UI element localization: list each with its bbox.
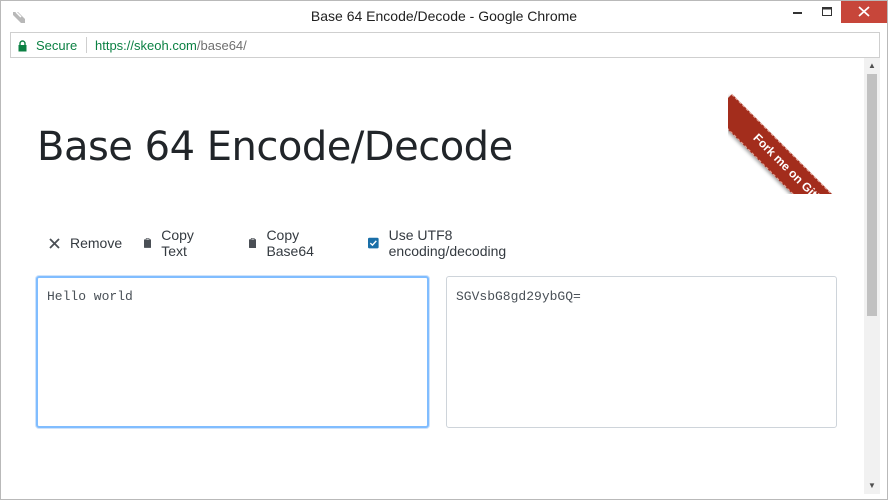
copy-text-button[interactable]: Copy Text <box>144 227 199 259</box>
url-text[interactable]: https://skeoh.com/base64/ <box>95 38 247 53</box>
address-bar[interactable]: Secure https://skeoh.com/base64/ <box>10 32 880 58</box>
base64-output[interactable]: SGVsbG8gd29ybGQ= <box>447 277 836 427</box>
utf8-label: Use UTF8 encoding/decoding <box>388 227 507 259</box>
window-controls <box>783 1 887 23</box>
copy-base64-button[interactable]: Copy Base64 <box>249 227 318 259</box>
clipboard-icon <box>144 238 152 248</box>
scroll-up-arrow-icon[interactable]: ▲ <box>864 58 880 74</box>
remove-label: Remove <box>70 235 123 251</box>
github-ribbon-container: Fork me on GitHub <box>728 58 864 194</box>
minimize-button[interactable] <box>783 1 812 23</box>
remove-button[interactable]: Remove <box>49 233 122 253</box>
scroll-down-arrow-icon[interactable]: ▼ <box>864 478 880 494</box>
close-x-icon <box>49 237 60 249</box>
github-ribbon-link[interactable]: Fork me on GitHub <box>728 94 864 194</box>
checkbox-checked-icon <box>368 237 379 249</box>
minimize-icon <box>793 12 802 14</box>
page-title: Base 64 Encode/Decode <box>37 124 513 170</box>
close-button[interactable] <box>841 1 887 23</box>
text-input[interactable]: Hello world <box>38 278 427 426</box>
scrollbar-thumb[interactable] <box>867 74 877 316</box>
utf8-checkbox[interactable]: Use UTF8 encoding/decoding <box>368 227 512 259</box>
base64-output-panel: SGVsbG8gd29ybGQ= <box>446 276 837 428</box>
text-input-panel: Hello world <box>36 276 429 428</box>
address-divider <box>86 37 87 53</box>
url-path: /base64/ <box>196 38 247 53</box>
vertical-scrollbar[interactable]: ▲ ▼ <box>864 58 880 494</box>
maximize-icon <box>822 7 832 16</box>
browser-window: Base 64 Encode/Decode - Google Chrome Se… <box>0 0 888 500</box>
copy-base64-label: Copy Base64 <box>266 227 314 259</box>
url-host: https://skeoh.com <box>95 38 197 53</box>
copy-text-label: Copy Text <box>161 227 194 259</box>
page-viewport: Base 64 Encode/Decode Remove Copy Text C… <box>10 58 864 494</box>
title-bar: Base 64 Encode/Decode - Google Chrome <box>1 1 887 31</box>
close-icon <box>858 6 870 17</box>
lock-icon <box>17 39 28 52</box>
window-title: Base 64 Encode/Decode - Google Chrome <box>310 8 578 24</box>
maximize-button[interactable] <box>812 1 841 23</box>
clipboard-icon <box>249 238 257 248</box>
secure-label: Secure <box>36 38 78 53</box>
